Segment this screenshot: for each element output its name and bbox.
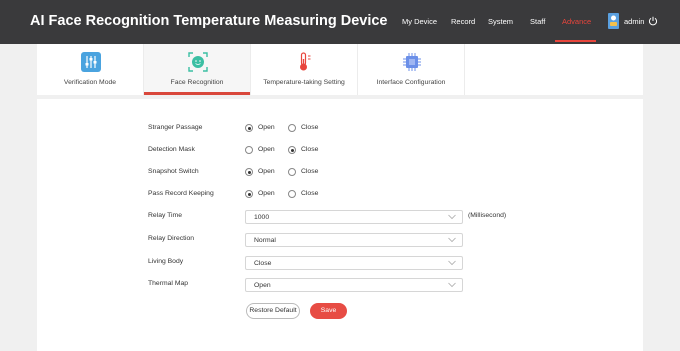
radio-label: Close [301, 190, 319, 197]
radio-label: Close [301, 124, 319, 131]
select-value: Normal [254, 237, 276, 244]
setting-row-relay-time: Relay Time 1000 (Millisecond) [37, 210, 643, 224]
restore-default-button[interactable]: Restore Default [246, 303, 300, 319]
tab-verification-mode[interactable]: Verification Mode [37, 44, 143, 95]
tab-active-indicator [144, 92, 250, 95]
chevron-down-icon [448, 282, 456, 288]
radio-label: Close [301, 168, 319, 175]
tab-label: Temperature-taking Setting [263, 79, 345, 86]
setting-row-thermal-map: Thermal Map Open [37, 278, 643, 292]
relay-time-select[interactable]: 1000 [245, 210, 463, 224]
top-bar: AI Face Recognition Temperature Measurin… [0, 0, 680, 44]
chevron-down-icon [448, 214, 456, 220]
setting-label: Relay Direction [148, 235, 195, 242]
face-scan-icon [188, 52, 208, 72]
chevron-down-icon [448, 260, 456, 266]
setting-label: Living Body [148, 258, 184, 265]
radio-label: Close [301, 146, 319, 153]
tab-divider [464, 44, 465, 95]
setting-label: Relay Time [148, 212, 182, 219]
setting-label: Thermal Map [148, 280, 189, 287]
radio-label: Open [258, 190, 275, 197]
setting-label: Detection Mask [148, 146, 195, 153]
radio-circle[interactable] [245, 190, 253, 198]
sliders-icon [81, 52, 101, 72]
save-button[interactable]: Save [310, 303, 347, 319]
setting-row-living-body: Living Body Close [37, 256, 643, 270]
thermal-map-select[interactable]: Open [245, 278, 463, 292]
radio-label: Open [258, 168, 275, 175]
chevron-down-icon [448, 237, 456, 243]
relay-direction-select[interactable]: Normal [245, 233, 463, 247]
nav-my-device[interactable]: My Device [402, 17, 437, 26]
living-body-select[interactable]: Close [245, 256, 463, 270]
select-value: Close [254, 260, 272, 267]
select-value: 1000 [254, 214, 270, 221]
radio-circle[interactable] [288, 168, 296, 176]
tab-interface-configuration[interactable]: Interface Configuration [358, 44, 464, 95]
tab-face-recognition[interactable]: Face Recognition [144, 44, 250, 95]
tab-label: Interface Configuration [376, 79, 446, 86]
setting-row-pass-record-keeping: Pass Record Keeping Open Close [37, 188, 643, 202]
nav-active-indicator [555, 40, 596, 42]
setting-label: Pass Record Keeping [148, 190, 214, 197]
radio-circle[interactable] [245, 124, 253, 132]
user-name[interactable]: admin [624, 17, 644, 26]
power-icon[interactable] [648, 16, 658, 26]
nav-system[interactable]: System [488, 17, 513, 26]
radio-circle[interactable] [288, 146, 296, 154]
tab-label: Face Recognition [170, 79, 224, 86]
tab-label: Verification Mode [63, 79, 117, 86]
tab-temperature-setting[interactable]: Temperature-taking Setting [251, 44, 357, 95]
setting-label: Snapshot Switch [148, 168, 199, 175]
radio-circle[interactable] [245, 146, 253, 154]
nav-advance[interactable]: Advance [562, 17, 591, 26]
radio-circle[interactable] [245, 168, 253, 176]
relay-time-unit: (Millisecond) [468, 212, 507, 219]
nav-record[interactable]: Record [451, 17, 475, 26]
radio-label: Open [258, 124, 275, 131]
radio-circle[interactable] [288, 190, 296, 198]
chip-icon [403, 53, 421, 71]
setting-row-stranger-passage: Stranger Passage Open Close [37, 122, 643, 136]
nav-staff[interactable]: Staff [530, 17, 545, 26]
user-avatar-icon[interactable] [607, 12, 620, 30]
app-title: AI Face Recognition Temperature Measurin… [30, 13, 388, 29]
setting-row-snapshot-switch: Snapshot Switch Open Close [37, 166, 643, 180]
face-recognition-form: Stranger Passage Open Close Detection Ma… [37, 99, 643, 351]
settings-tabs: Verification Mode Face Recognition Tempe… [37, 44, 643, 95]
radio-label: Open [258, 146, 275, 153]
select-value: Open [254, 282, 271, 289]
setting-label: Stranger Passage [148, 124, 203, 131]
setting-row-detection-mask: Detection Mask Open Close [37, 144, 643, 158]
radio-circle[interactable] [288, 124, 296, 132]
setting-row-relay-direction: Relay Direction Normal [37, 233, 643, 247]
thermometer-icon [300, 52, 311, 71]
